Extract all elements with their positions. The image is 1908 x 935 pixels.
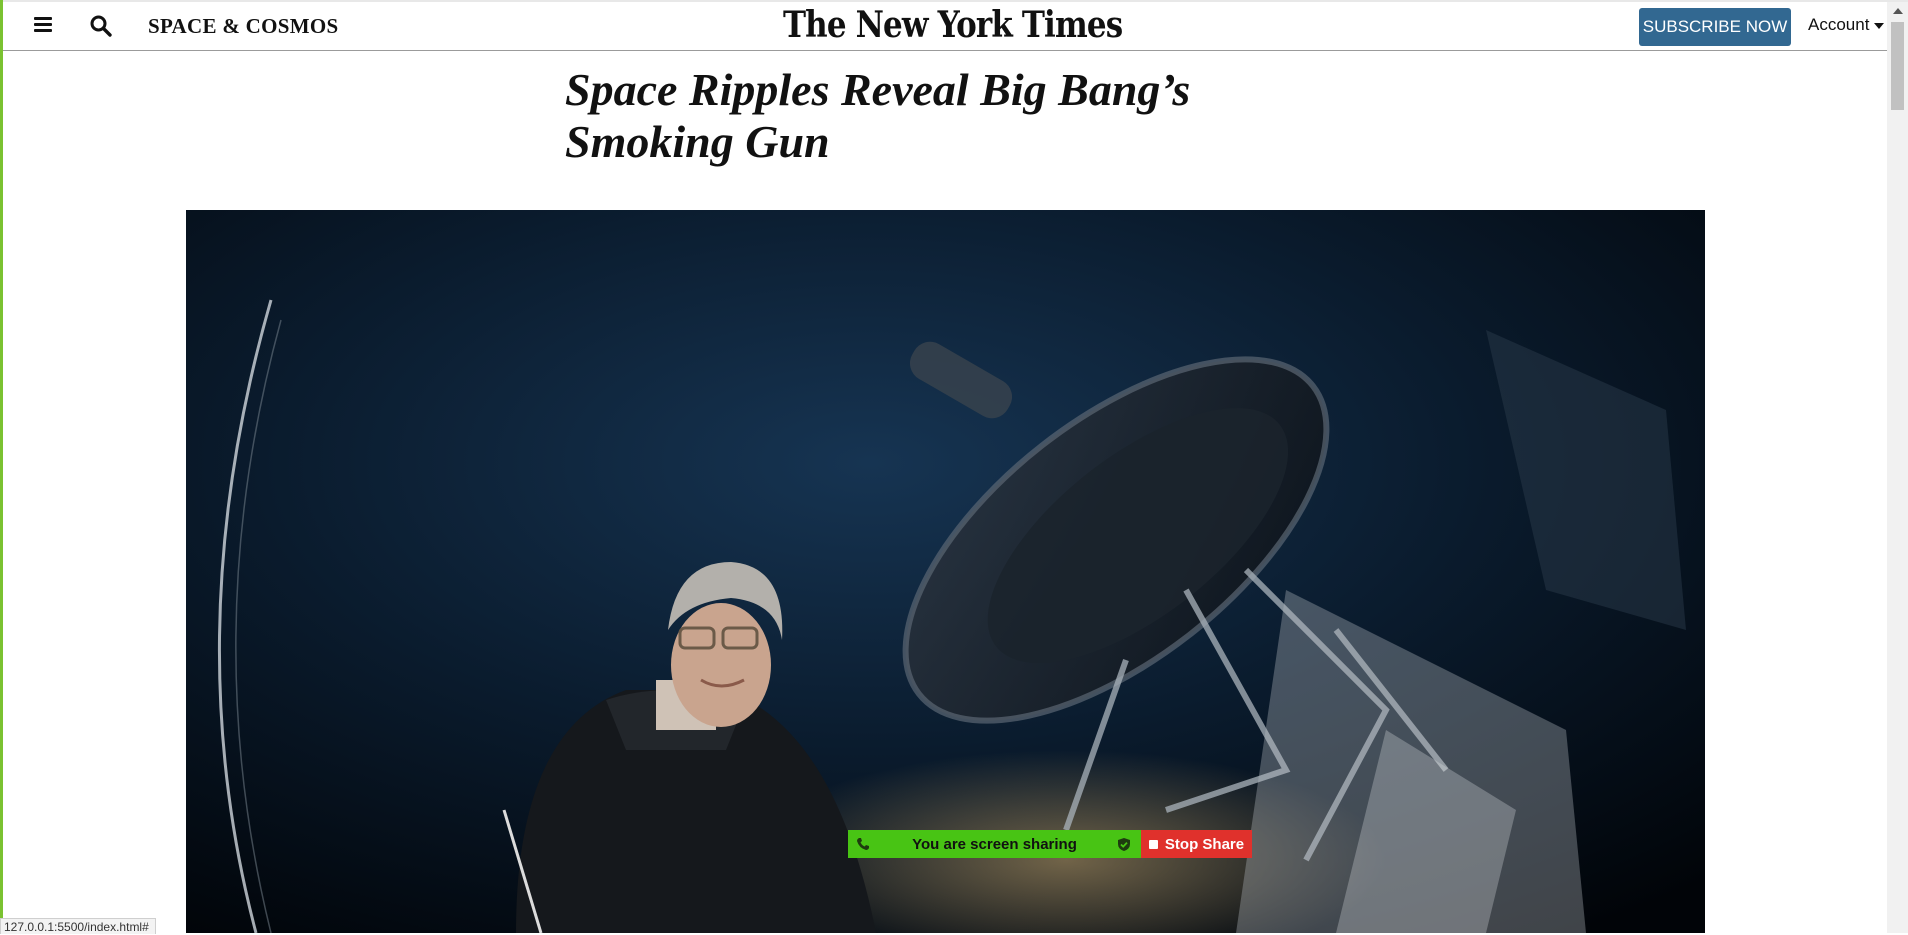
caret-down-icon: [1874, 22, 1885, 29]
vertical-scrollbar[interactable]: [1887, 2, 1908, 933]
stop-share-label: Stop Share: [1164, 835, 1245, 853]
status-bar-url: 127.0.0.1:5500/index.html#: [0, 918, 156, 934]
site-header: SPACE & COSMOS The New York Times SUBSCR…: [3, 2, 1887, 51]
section-name[interactable]: SPACE & COSMOS: [148, 14, 339, 39]
screen-share-status[interactable]: You are screen sharing: [848, 830, 1141, 858]
account-menu-button[interactable]: Account: [1808, 15, 1885, 35]
scroll-up-arrow-icon[interactable]: [1893, 8, 1903, 14]
stop-square-icon: [1148, 839, 1158, 849]
account-label: Account: [1808, 15, 1870, 34]
phone-icon: [857, 838, 869, 850]
shield-check-icon[interactable]: [1117, 837, 1131, 852]
subscribe-button[interactable]: SUBSCRIBE NOW: [1639, 8, 1791, 46]
search-icon[interactable]: [89, 14, 113, 38]
hero-image: [186, 210, 1705, 933]
screen-share-frame-border: [0, 0, 3, 933]
screen-share-toolbar: You are screen sharing Stop Share: [848, 830, 1252, 858]
stop-share-button[interactable]: Stop Share: [1141, 830, 1252, 858]
scrollbar-thumb[interactable]: [1891, 22, 1904, 110]
hamburger-menu-icon[interactable]: [34, 17, 52, 33]
nyt-masthead-logo[interactable]: The New York Times: [783, 4, 1123, 46]
article-headline: Space Ripples Reveal Big Bang’s Smoking …: [565, 64, 1191, 167]
screen-share-status-text: You are screen sharing: [912, 835, 1077, 853]
